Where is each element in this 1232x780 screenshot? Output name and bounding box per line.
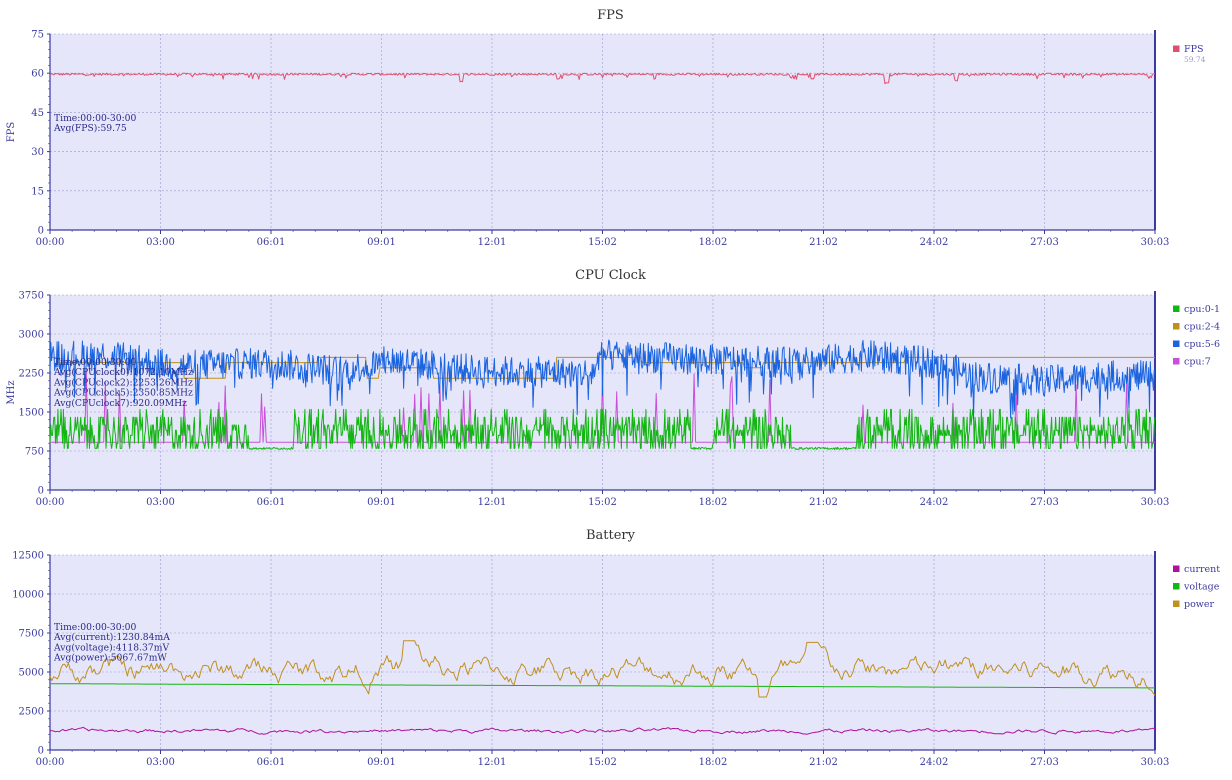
chart-title: Battery	[586, 528, 636, 543]
x-tick-label: 03:00	[146, 757, 175, 768]
y-tick-label: 7500	[19, 629, 44, 640]
x-tick-label: 03:00	[146, 237, 175, 248]
x-tick-label: 24:02	[920, 757, 949, 768]
stats-annotation: Avg(power):5067.67mW	[53, 653, 167, 664]
y-tick-label: 12500	[12, 551, 44, 562]
y-tick-label: 0	[38, 226, 44, 237]
y-tick-label: 3000	[19, 330, 44, 341]
legend-label: current	[1184, 564, 1220, 575]
x-tick-label: 06:01	[257, 237, 286, 248]
x-tick-label: 09:01	[367, 497, 396, 508]
legend-label: cpu:0-1	[1184, 304, 1220, 315]
legend-swatch	[1173, 305, 1180, 312]
x-tick-label: 12:01	[478, 757, 507, 768]
x-tick-label: 15:02	[588, 497, 617, 508]
chart-title: CPU Clock	[575, 268, 646, 283]
x-tick-label: 27:03	[1030, 237, 1059, 248]
stats-annotation: Avg(CPUclock7):920.09MHz	[53, 398, 187, 409]
x-tick-label: 27:03	[1030, 757, 1059, 768]
y-tick-label: 750	[25, 447, 44, 458]
performance-report: 0 15 30 45 60 75 00:00 03:00 06:01 09:01 12:01 15:0…	[0, 0, 1232, 776]
legend-swatch	[1173, 340, 1180, 347]
y-tick-label: 0	[38, 486, 44, 497]
chart-panel-3: 0 2500 5000 7500 10000 12500 00:00 03:00 06:01 09…	[12, 528, 1220, 768]
x-tick-label: 27:03	[1030, 497, 1059, 508]
y-tick-label: 45	[31, 108, 44, 119]
y-tick-label: 2500	[19, 707, 44, 718]
x-tick-label: 30:03	[1141, 237, 1170, 248]
x-tick-label: 24:02	[920, 497, 949, 508]
x-tick-label: 15:02	[588, 757, 617, 768]
x-tick-label: 21:02	[809, 757, 838, 768]
chart-panel-2: 0 750 1500 2250 3000 3750 00:00 03:00 06:01 09:01…	[6, 268, 1220, 508]
y-tick-label: 75	[31, 30, 44, 41]
y-tick-label: 10000	[12, 590, 44, 601]
x-tick-label: 18:02	[699, 757, 728, 768]
legend-swatch	[1173, 583, 1180, 590]
y-tick-label: 15	[31, 186, 44, 197]
x-tick-label: 09:01	[367, 757, 396, 768]
x-tick-label: 18:02	[699, 237, 728, 248]
legend-sub-value: 59.74	[1184, 55, 1206, 64]
y-tick-label: 5000	[19, 668, 44, 679]
charts-canvas: 0 15 30 45 60 75 00:00 03:00 06:01 09:01 12:01 15:0…	[6, 8, 1220, 768]
x-tick-label: 15:02	[588, 237, 617, 248]
legend-swatch	[1173, 600, 1180, 607]
x-tick-label: 09:01	[367, 237, 396, 248]
legend-label: power	[1184, 599, 1215, 610]
x-tick-label: 30:03	[1141, 497, 1170, 508]
y-tick-label: 3750	[19, 291, 44, 302]
y-tick-label: 30	[31, 147, 44, 158]
y-tick-label: 2250	[19, 369, 44, 380]
x-tick-label: 00:00	[36, 757, 65, 768]
legend-label: FPS	[1184, 44, 1204, 55]
x-tick-label: 00:00	[36, 237, 65, 248]
x-tick-label: 24:02	[920, 237, 949, 248]
legend-label: cpu:7	[1184, 357, 1211, 368]
x-tick-label: 30:03	[1141, 757, 1170, 768]
y-axis-label: MHz	[6, 380, 17, 404]
x-tick-label: 03:00	[146, 497, 175, 508]
x-tick-label: 21:02	[809, 497, 838, 508]
legend-label: cpu:2-4	[1184, 322, 1220, 333]
x-tick-label: 06:01	[257, 757, 286, 768]
legend-swatch	[1173, 565, 1180, 572]
y-tick-label: 1500	[19, 408, 44, 419]
legend-swatch	[1173, 358, 1180, 365]
legend-label: voltage	[1183, 582, 1220, 593]
legend-swatch	[1173, 323, 1180, 330]
chart-title: FPS	[597, 8, 624, 23]
x-tick-label: 06:01	[257, 497, 286, 508]
y-tick-label: 60	[31, 69, 44, 80]
chart-panel-1: 0 15 30 45 60 75 00:00 03:00 06:01 09:01 12:01 15:0…	[6, 8, 1206, 248]
x-tick-label: 12:01	[478, 497, 507, 508]
stats-annotation: Avg(FPS):59.75	[53, 123, 127, 134]
x-tick-label: 00:00	[36, 497, 65, 508]
legend-label: cpu:5-6	[1184, 339, 1220, 350]
x-tick-label: 12:01	[478, 237, 507, 248]
y-axis-label: FPS	[6, 122, 17, 143]
x-tick-label: 18:02	[699, 497, 728, 508]
x-tick-label: 21:02	[809, 237, 838, 248]
legend-swatch	[1173, 45, 1180, 52]
y-tick-label: 0	[38, 746, 44, 757]
